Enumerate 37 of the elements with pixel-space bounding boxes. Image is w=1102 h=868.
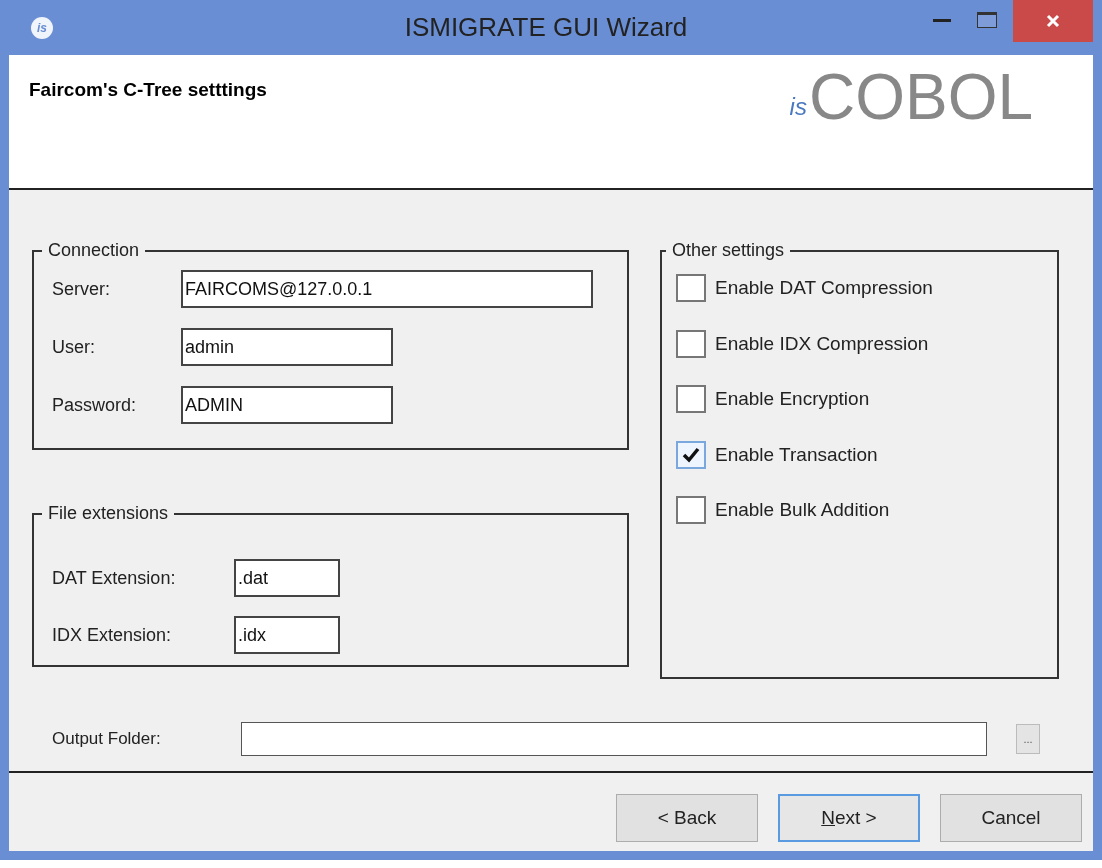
wizard-button[interactable]: < Back xyxy=(616,794,758,842)
checkbox-label[interactable]: Enable Bulk Addition xyxy=(715,496,890,525)
wizard-button[interactable]: Next > xyxy=(778,794,920,842)
text-field[interactable]: ADMIN xyxy=(181,386,393,424)
group-legend: File extensions xyxy=(42,500,175,527)
close-icon xyxy=(1046,14,1060,28)
browse-button[interactable]: ... xyxy=(1016,724,1040,754)
checkbox-label[interactable]: Enable Encryption xyxy=(715,385,870,414)
output-folder-field[interactable] xyxy=(241,722,987,756)
field-label: User: xyxy=(52,335,96,359)
wizard-button[interactable]: Cancel xyxy=(940,794,1082,842)
text-field[interactable]: .dat xyxy=(234,559,340,597)
group-legend: Connection xyxy=(42,237,146,264)
checkbox-label[interactable]: Enable IDX Compression xyxy=(715,329,929,358)
close-button[interactable] xyxy=(1013,0,1093,42)
checkbox[interactable] xyxy=(676,274,706,303)
app-icon: is xyxy=(31,16,53,39)
checkbox[interactable] xyxy=(676,440,706,469)
field-label: Output Folder: xyxy=(52,728,162,751)
checkbox-label[interactable]: Enable Transaction xyxy=(715,440,878,469)
field-label: IDX Extension: xyxy=(52,623,173,647)
field-label: Server: xyxy=(52,277,112,301)
text-field[interactable]: FAIRCOMS@127.0.0.1 xyxy=(181,270,593,308)
checkbox[interactable] xyxy=(676,385,706,414)
logo-mark: is xyxy=(789,92,807,122)
page-heading: Faircom's C-Tree setttings xyxy=(29,78,267,100)
checkbox-label[interactable]: Enable DAT Compression xyxy=(715,274,933,303)
text-field[interactable]: admin xyxy=(181,328,393,366)
field-label: DAT Extension: xyxy=(52,566,177,590)
text-field[interactable]: .idx xyxy=(234,616,340,654)
checkbox[interactable] xyxy=(676,496,706,525)
logo-text: COBOL xyxy=(808,65,1033,129)
window-title: ISMIGRATE GUI Wizard xyxy=(404,11,688,44)
group-legend: Other settings xyxy=(666,237,791,264)
field-label: Password: xyxy=(52,393,138,417)
checkmark-icon xyxy=(682,446,700,463)
checkbox[interactable] xyxy=(676,329,706,358)
